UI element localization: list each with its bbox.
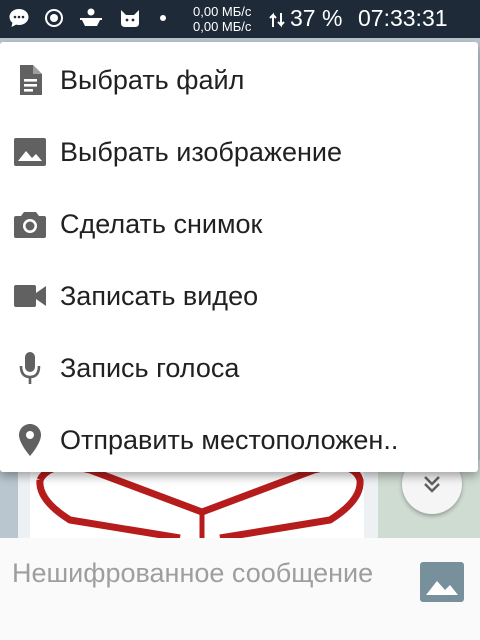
gallery-button[interactable] (420, 562, 468, 610)
battery-level: 37 % (290, 5, 343, 31)
videocam-icon (14, 280, 46, 312)
record-icon (45, 9, 63, 27)
gallery-icon (420, 562, 464, 602)
speed-down-text: 0,00 МБ/с (193, 19, 252, 34)
speed-up-text: 0,00 МБ/с (193, 4, 252, 19)
menu-item-choose-file[interactable]: Выбрать файл (0, 44, 478, 116)
menu-item-record-video[interactable]: Записать видео (0, 260, 478, 332)
menu-item-take-photo[interactable]: Сделать снимок (0, 188, 478, 260)
cat-icon (121, 10, 139, 27)
tray-icon (80, 8, 102, 26)
mic-icon (14, 352, 46, 384)
status-icons (8, 7, 166, 29)
menu-item-choose-image[interactable]: Выбрать изображение (0, 116, 478, 188)
menu-item-label: Отправить местоположен.. (60, 424, 399, 455)
compose-bar: Нешифрованное сообщение (0, 538, 480, 640)
menu-item-label: Выбрать файл (60, 64, 245, 95)
attach-menu: Выбрать файл Выбрать изображение Сделать… (0, 42, 478, 472)
menu-item-label: Сделать снимок (60, 208, 263, 239)
camera-icon (14, 208, 46, 240)
data-arrows-icon (269, 12, 285, 28)
location-icon (14, 424, 46, 456)
image-icon (14, 136, 46, 168)
message-icon (9, 9, 29, 27)
status-bar: 0,00 МБ/с 0,00 МБ/с 37 % 07:33:31 (0, 0, 480, 38)
network-speed: 0,00 МБ/с 0,00 МБ/с (193, 4, 251, 34)
file-icon (14, 64, 46, 96)
notification-dot (160, 15, 166, 21)
double-chevron-down-icon (424, 476, 440, 493)
clock: 07:33:31 (358, 5, 448, 31)
menu-item-send-location[interactable]: Отправить местоположен.. (0, 404, 478, 476)
menu-item-label: Записать видео (60, 280, 259, 311)
menu-item-voice-record[interactable]: Запись голоса (0, 332, 478, 404)
menu-item-label: Выбрать изображение (60, 136, 343, 167)
menu-item-label: Запись голоса (60, 352, 240, 383)
message-input[interactable]: Нешифрованное сообщение (12, 556, 392, 590)
